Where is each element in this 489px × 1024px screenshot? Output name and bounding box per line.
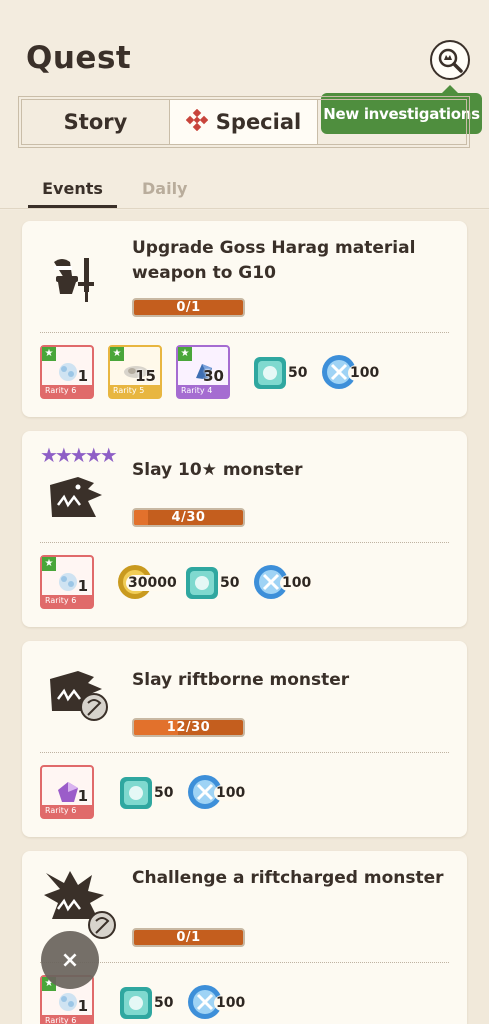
quest-progress-text: 4/30 — [171, 510, 206, 525]
reward-material[interactable]: 1 Rarity 6 — [40, 765, 94, 819]
quest-card[interactable]: Upgrade Goss Harag material weapon to G1… — [22, 221, 467, 417]
page-title: Quest — [26, 40, 132, 76]
card-divider — [40, 962, 449, 963]
tab-investigations[interactable] — [318, 100, 466, 144]
reward-qty: 50 — [152, 785, 176, 801]
quest-progress-text: 12/30 — [166, 720, 211, 735]
star-icon: ★ — [178, 347, 192, 361]
rarity-label: Rarity 6 — [42, 385, 92, 397]
tab-special-label: Special — [215, 110, 302, 134]
quest-progress-bar: 12/30 — [132, 718, 245, 737]
quest-title: Slay 10★ monster — [132, 460, 303, 480]
tab-story-label: Story — [63, 110, 128, 134]
subtab-events[interactable]: Events — [28, 178, 117, 208]
star-rating: ★★★★★ — [40, 443, 118, 467]
quest-progress-bar: 4/30 — [132, 508, 245, 527]
reward-qty: 30 — [203, 367, 224, 385]
reward-qty: 50 — [286, 365, 310, 381]
quest-progress-bar: 0/1 — [132, 928, 245, 947]
rarity-label: Rarity 6 — [42, 595, 92, 607]
weapon-upgrade-icon — [48, 254, 104, 308]
reward-qty: 1 — [77, 787, 88, 805]
rarity-label: Rarity 5 — [110, 385, 160, 397]
quest-type-tabs: Story Special — [18, 96, 470, 148]
card-divider — [40, 542, 449, 543]
reward-qty: 100 — [214, 785, 248, 801]
star-icon: ★ — [42, 347, 56, 361]
reward-qty: 1 — [77, 577, 88, 595]
subtab-daily[interactable]: Daily — [117, 178, 205, 208]
subtab-divider — [0, 208, 489, 209]
quest-progress-text: 0/1 — [176, 300, 201, 315]
subtabs: Events Daily — [28, 178, 205, 208]
reward-qty: 1 — [77, 367, 88, 385]
reward-material[interactable]: ★ 30 Rarity 4 — [176, 345, 230, 399]
reward-qty: 50 — [218, 575, 242, 591]
card-divider — [40, 332, 449, 333]
reward-qty: 100 — [280, 575, 314, 591]
reward-qty: 100 — [348, 365, 382, 381]
quest-title: Slay riftborne monster — [132, 670, 350, 690]
reward-material[interactable]: ★ 15 Rarity 5 — [108, 345, 162, 399]
green-gem-icon — [186, 567, 218, 599]
riftborne-monster-icon — [48, 669, 114, 729]
green-gem-icon — [120, 987, 152, 1019]
reward-material[interactable]: ★ 1 Rarity 6 — [40, 345, 94, 399]
rarity-label: Rarity 4 — [178, 385, 228, 397]
quest-card[interactable]: Slay riftborne monster 12/30 1 Rarity 6 … — [22, 641, 467, 837]
reward-qty: 15 — [135, 367, 156, 385]
investigation-search-button[interactable] — [430, 40, 470, 80]
reward-qty: 100 — [214, 995, 248, 1011]
star-icon: ★ — [42, 557, 56, 571]
rarity-label: Rarity 6 — [42, 805, 92, 817]
close-icon: × — [60, 947, 80, 973]
quest-title: Challenge a riftcharged monster — [132, 868, 444, 888]
reward-material[interactable]: ★ 1 Rarity 6 — [40, 555, 94, 609]
monster-icon — [48, 475, 104, 527]
tab-special[interactable]: Special — [170, 100, 318, 144]
green-gem-icon — [120, 777, 152, 809]
card-divider — [40, 752, 449, 753]
close-button[interactable]: × — [41, 931, 99, 989]
special-diamond-icon — [185, 108, 209, 136]
star-icon: ★ — [110, 347, 124, 361]
green-gem-icon — [254, 357, 286, 389]
rarity-label: Rarity 6 — [42, 1015, 92, 1024]
reward-qty: 50 — [152, 995, 176, 1011]
magnifier-icon — [438, 48, 463, 73]
quest-title: Upgrade Goss Harag material weapon to G1… — [132, 238, 416, 283]
quest-progress-text: 0/1 — [176, 930, 201, 945]
reward-qty: 30000 — [126, 575, 179, 591]
reward-qty: 1 — [77, 997, 88, 1015]
quest-progress-bar: 0/1 — [132, 298, 245, 317]
tab-story[interactable]: Story — [22, 100, 170, 144]
quest-card[interactable]: ★★★★★ Slay 10★ monster 4/30 ★ 1 Rarity 6… — [22, 431, 467, 627]
